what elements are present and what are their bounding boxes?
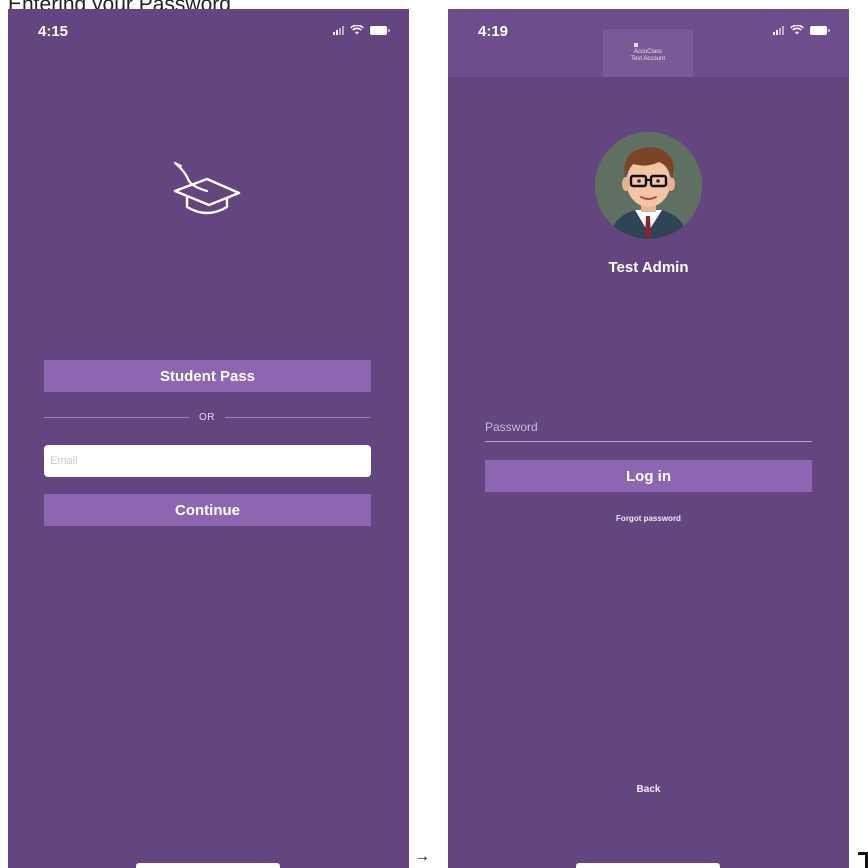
graduation-cap-icon [173, 161, 241, 215]
or-divider: OR [44, 410, 370, 424]
transition-arrow: → [414, 848, 430, 865]
status-time: 4:19 [478, 23, 509, 40]
battery-icon [370, 25, 390, 35]
status-icons [333, 25, 390, 35]
home-indicator[interactable] [136, 863, 280, 868]
continue-button[interactable]: Continue [44, 494, 371, 526]
login-button[interactable]: Log in [485, 460, 812, 492]
or-label: OR [199, 411, 215, 423]
signal-icon [773, 25, 784, 35]
forgot-password-link[interactable]: Forgot password [448, 514, 849, 523]
password-field[interactable] [485, 416, 812, 442]
email-field[interactable] [44, 445, 371, 477]
wifi-icon [350, 25, 364, 35]
user-avatar [595, 132, 702, 239]
status-bar: 4:19 [448, 9, 849, 51]
next-arrow-fragment-icon [858, 852, 868, 868]
signal-icon [333, 25, 344, 35]
wifi-icon [790, 25, 804, 35]
battery-icon [810, 25, 830, 35]
status-icons [773, 25, 830, 35]
logo-line-2: Test Account [630, 56, 666, 62]
divider-line [44, 416, 189, 418]
status-bar: 4:15 [8, 9, 409, 51]
cartoon-man-avatar-icon [595, 132, 702, 239]
back-link[interactable]: Back [448, 784, 849, 795]
user-name: Test Admin [608, 259, 689, 276]
status-time: 4:15 [38, 23, 69, 40]
home-indicator[interactable] [576, 863, 720, 868]
login-screen-email: 4:15 Student Pass OR Continue [8, 9, 409, 868]
divider-line [225, 416, 370, 418]
login-screen-password: AccuClass Test Account 4:19 Test Admin L… [448, 9, 849, 868]
student-pass-button[interactable]: Student Pass [44, 360, 371, 392]
